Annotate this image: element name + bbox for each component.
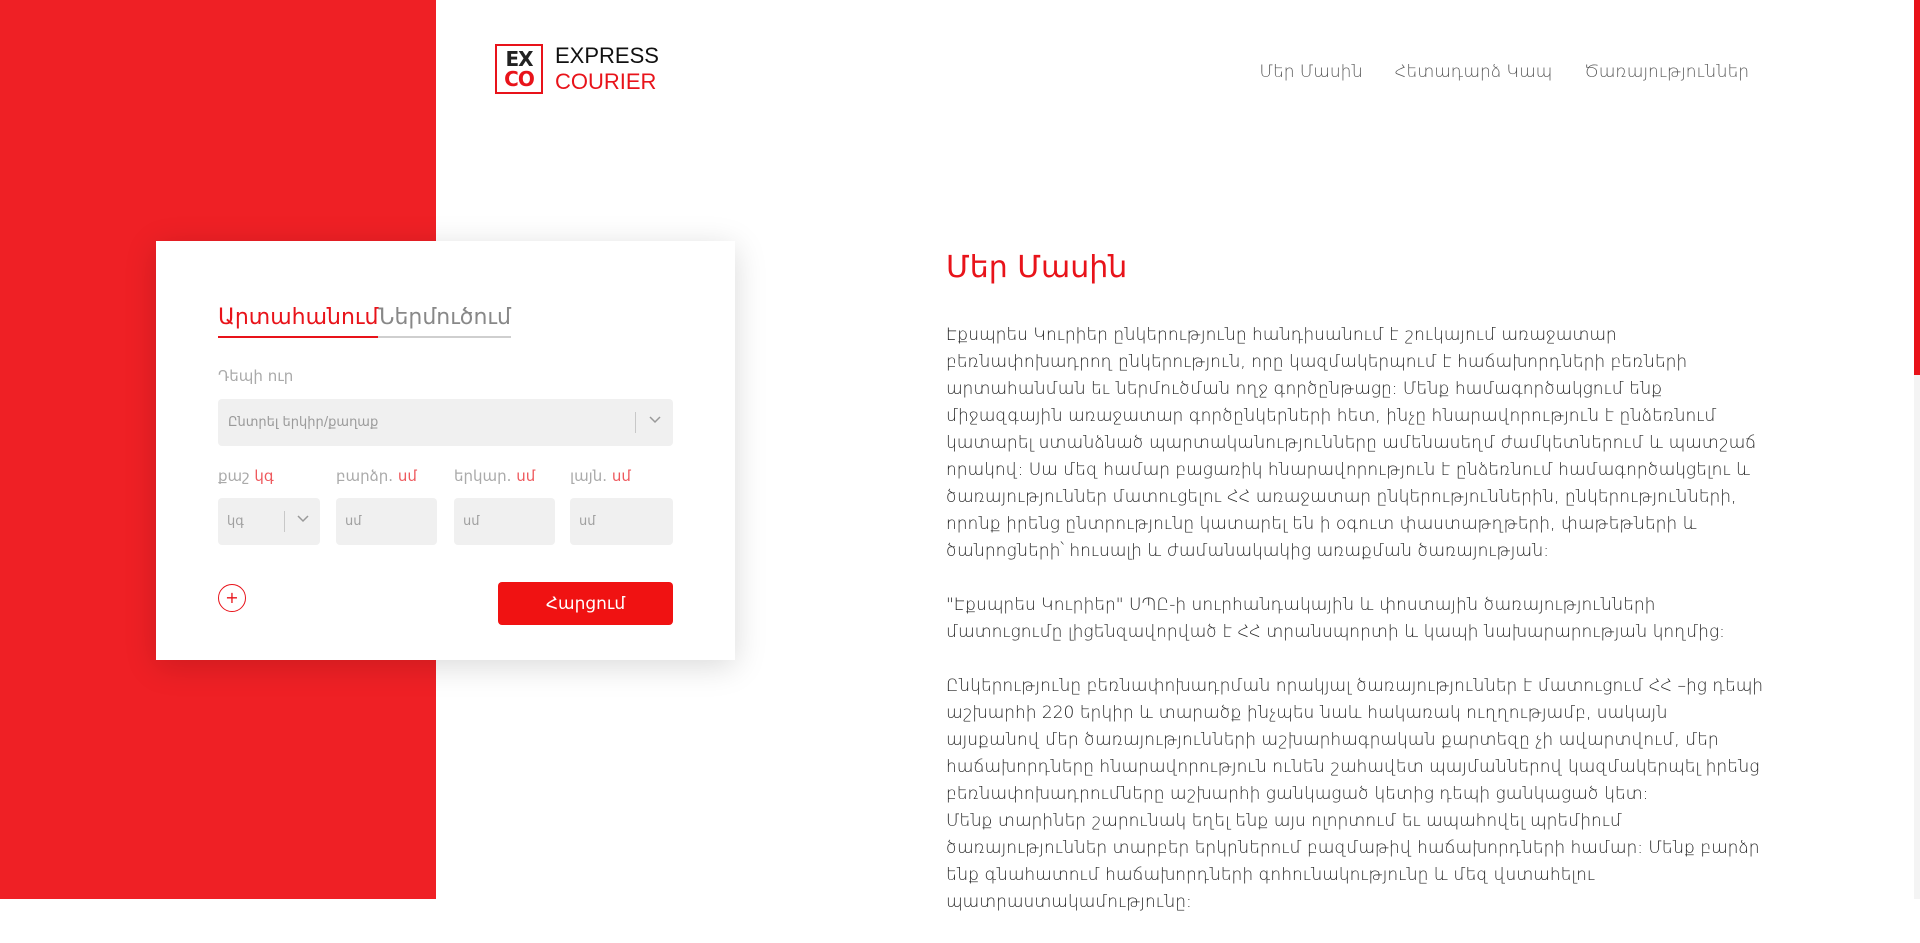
chevron-down-icon[interactable] <box>649 414 661 427</box>
add-package-button[interactable]: + <box>218 584 246 612</box>
height-label: բարձր. սմ <box>336 467 417 485</box>
height-label-text: բարձր. <box>336 467 394 485</box>
destination-label: Դեպի ուր <box>218 367 294 385</box>
weight-unit-select[interactable]: կգ <box>218 498 320 545</box>
weight-placeholder: կգ <box>227 514 244 529</box>
logo-text: EXPRESS COURIER <box>555 43 659 95</box>
width-unit: սմ <box>611 467 631 485</box>
length-unit: սմ <box>516 467 536 485</box>
nav-item-contact[interactable]: Հետադարձ Կապ <box>1395 62 1552 82</box>
about-paragraph: Մենք տարիներ շարունակ եղել ենք այս ոլորտ… <box>946 811 1760 912</box>
width-label: լայն. սմ <box>570 467 631 485</box>
direction-tabs: Արտահանում Ներմուծում <box>218 305 511 338</box>
nav-item-services[interactable]: Ծառայություններ <box>1584 62 1749 82</box>
length-placeholder: սմ <box>463 514 480 529</box>
about-paragraph: Ընկերությունը բեռնափոխադրման որակյալ ծառ… <box>946 676 1764 804</box>
page-scrollbar[interactable] <box>1914 0 1920 899</box>
tab-export[interactable]: Արտահանում <box>218 305 379 338</box>
plus-icon: + <box>225 588 239 607</box>
about-body: Էքսպրես Կուրիեր ընկերությունը հանդիսանու… <box>946 322 1766 943</box>
about-title: Մեր Մասին <box>946 250 1128 285</box>
logo-mark-line2: CO <box>504 67 535 91</box>
weight-label: քաշ կգ <box>218 467 274 485</box>
height-placeholder: սմ <box>345 514 362 529</box>
brand-logo[interactable]: EX CO EXPRESS COURIER <box>495 43 659 95</box>
destination-select[interactable]: Ընտրել երկիր/քաղաք <box>218 399 673 446</box>
select-separator <box>284 511 285 532</box>
select-separator <box>635 412 636 433</box>
main-nav: Մեր Մասին Հետադարձ Կապ Ծառայություններ <box>1228 62 1749 82</box>
about-paragraph: "Էքսպրես Կուրիեր" ՍՊԸ-ի սուրհանդակային և… <box>946 595 1725 642</box>
logo-mark-line1: EX <box>505 47 533 71</box>
width-placeholder: սմ <box>579 514 596 529</box>
height-unit: սմ <box>397 467 417 485</box>
chevron-down-icon[interactable] <box>297 513 309 526</box>
nav-item-about[interactable]: Մեր Մասին <box>1260 62 1363 82</box>
weight-unit: կգ <box>254 467 274 485</box>
tab-import[interactable]: Ներմուծում <box>378 305 511 338</box>
request-submit-button[interactable]: Հարցում <box>498 582 673 625</box>
destination-placeholder: Ընտրել երկիր/քաղաք <box>228 415 379 430</box>
length-input[interactable]: սմ <box>454 498 555 545</box>
scrollbar-thumb[interactable] <box>1914 0 1920 375</box>
length-label-text: երկար. <box>454 467 512 485</box>
shipping-request-card: Արտահանում Ներմուծում Դեպի ուր Ընտրել եր… <box>156 241 735 660</box>
width-input[interactable]: սմ <box>570 498 673 545</box>
about-paragraph: Էքսպրես Կուրիեր ընկերությունը հանդիսանու… <box>946 325 1757 561</box>
logo-name-line1: EXPRESS <box>555 43 659 68</box>
logo-name-line2: COURIER <box>555 69 657 94</box>
width-label-text: լայն. <box>570 467 608 485</box>
weight-label-text: քաշ <box>218 467 250 485</box>
logo-mark: EX CO <box>495 44 543 94</box>
height-input[interactable]: սմ <box>336 498 437 545</box>
length-label: երկար. սմ <box>454 467 535 485</box>
